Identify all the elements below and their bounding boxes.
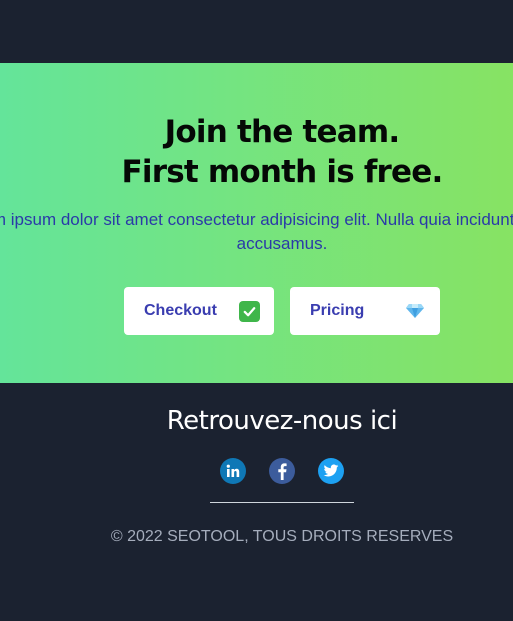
- footer-divider: [210, 502, 354, 503]
- hero-title-line-2: First month is free.: [121, 154, 444, 190]
- hero-description: Lorem ipsum dolor sit amet consectetur a…: [0, 210, 513, 253]
- check-mark-icon: [239, 300, 260, 322]
- checkout-button[interactable]: Checkout: [124, 287, 274, 335]
- linkedin-icon[interactable]: [220, 458, 246, 484]
- copyright-text: © 2022 SEOTOOL, TOUS DROITS RESERVES: [110, 528, 454, 545]
- gem-icon: [404, 302, 426, 320]
- pricing-button[interactable]: Pricing: [290, 287, 440, 335]
- footer-title: Retrouvez-nous ici: [166, 406, 398, 436]
- facebook-icon[interactable]: [269, 458, 295, 484]
- pricing-button-label: Pricing: [310, 302, 365, 319]
- hero-title: Join the team. First month is free.: [0, 112, 513, 192]
- twitter-icon[interactable]: [318, 458, 344, 484]
- checkout-button-label: Checkout: [144, 302, 217, 319]
- social-links: [220, 458, 344, 484]
- hero-title-line-1: Join the team.: [164, 114, 400, 150]
- hero-banner: Join the team. First month is free. Lore…: [0, 63, 513, 383]
